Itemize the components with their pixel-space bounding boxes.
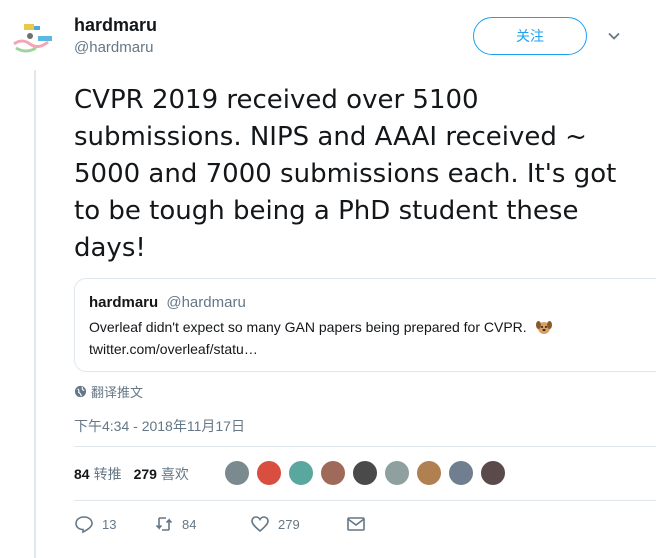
quoted-author-handle: @hardmaru bbox=[166, 294, 246, 311]
like-count: 279 bbox=[278, 516, 300, 532]
retweet-stat-count: 84 bbox=[74, 466, 90, 482]
quoted-tweet-header: hardmaru @hardmaru bbox=[89, 293, 642, 313]
liker-avatar[interactable] bbox=[352, 460, 378, 486]
like-stat-count: 279 bbox=[133, 466, 157, 482]
quoted-tweet[interactable]: hardmaru @hardmaru Overleaf didn't expec… bbox=[74, 278, 656, 372]
reply-icon bbox=[75, 516, 93, 534]
retweet-button[interactable]: 84 bbox=[154, 514, 250, 534]
mail-icon bbox=[347, 517, 365, 531]
follow-button[interactable]: 关注 bbox=[473, 17, 587, 55]
liker-avatar[interactable] bbox=[224, 460, 250, 486]
liker-avatar[interactable] bbox=[288, 460, 314, 486]
quoted-author-name: hardmaru bbox=[89, 294, 159, 311]
globe-icon bbox=[74, 385, 87, 398]
liker-avatar[interactable] bbox=[256, 460, 282, 486]
message-button[interactable] bbox=[346, 514, 366, 534]
author-handle[interactable]: @hardmaru bbox=[74, 38, 157, 58]
liker-avatar[interactable] bbox=[320, 460, 346, 486]
liker-avatar[interactable] bbox=[480, 460, 506, 486]
reply-count: 13 bbox=[102, 516, 117, 532]
like-stat[interactable]: 279 喜欢 bbox=[134, 464, 189, 484]
like-stat-label: 喜欢 bbox=[160, 466, 189, 482]
timestamp[interactable]: 下午4:34 - 2018年11月17日 bbox=[74, 416, 245, 436]
author-name[interactable]: hardmaru bbox=[74, 14, 157, 36]
like-button[interactable]: 279 bbox=[250, 514, 346, 534]
avatar[interactable] bbox=[8, 14, 56, 62]
reply-button[interactable]: 13 bbox=[74, 514, 154, 534]
chevron-down-icon[interactable] bbox=[606, 28, 622, 44]
avatar-image bbox=[8, 14, 56, 62]
quoted-tweet-text: Overleaf didn't expect so many GAN paper… bbox=[89, 319, 527, 335]
translate-tweet[interactable]: 翻译推文 bbox=[74, 382, 143, 401]
liker-avatars bbox=[224, 460, 506, 486]
retweet-count: 84 bbox=[182, 516, 197, 532]
liker-avatar[interactable] bbox=[416, 460, 442, 486]
action-bar: 13 84 279 bbox=[74, 514, 366, 534]
divider bbox=[74, 446, 656, 447]
divider bbox=[74, 500, 656, 501]
thread-line bbox=[34, 70, 36, 558]
translate-label[interactable]: 翻译推文 bbox=[91, 382, 143, 401]
quoted-tweet-body: Overleaf didn't expect so many GAN paper… bbox=[89, 316, 642, 360]
dog-emoji-icon bbox=[535, 321, 552, 334]
tweet-text: CVPR 2019 received over 5100 submissions… bbox=[74, 85, 617, 263]
heart-icon bbox=[251, 516, 269, 533]
author-block: hardmaru @hardmaru bbox=[74, 14, 157, 58]
liker-avatar[interactable] bbox=[384, 460, 410, 486]
retweet-stat[interactable]: 84 转推 bbox=[74, 464, 122, 484]
tweet-stats: 84 转推 279 喜欢 bbox=[74, 464, 201, 484]
retweet-icon bbox=[155, 517, 173, 531]
quoted-tweet-link[interactable]: twitter.com/overleaf/statu… bbox=[89, 341, 258, 357]
retweet-stat-label: 转推 bbox=[93, 466, 122, 482]
liker-avatar[interactable] bbox=[448, 460, 474, 486]
